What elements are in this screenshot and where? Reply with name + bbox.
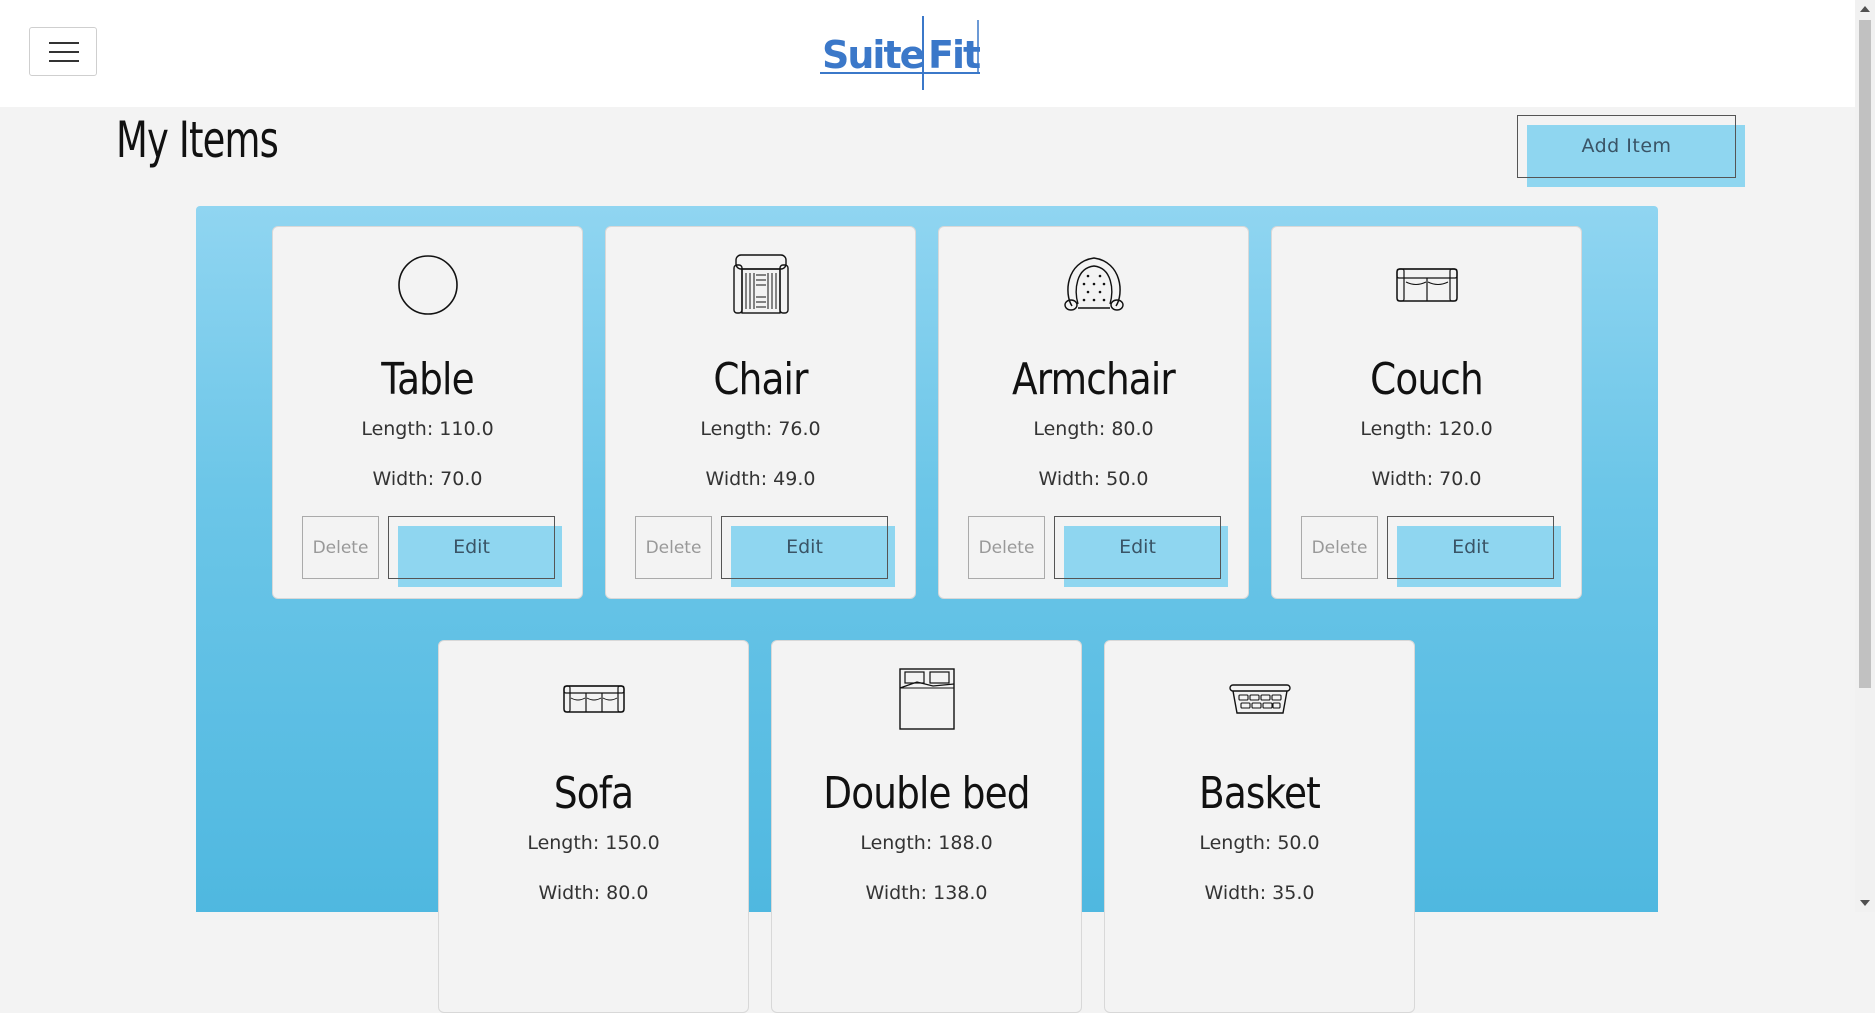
item-card-armchair: Armchair Length: 80.0 Width: 50.0 Delete…	[938, 226, 1249, 599]
edit-label: Edit	[786, 536, 823, 558]
item-width: Width: 80.0	[538, 882, 649, 904]
basket-icon	[1228, 684, 1291, 714]
round-table-icon	[397, 255, 458, 315]
svg-text:Fit: Fit	[928, 33, 980, 77]
item-card-couch: Couch Length: 120.0 Width: 70.0 Delete E…	[1271, 226, 1582, 599]
item-card-double-bed: Double bed Length: 188.0 Width: 138.0	[771, 640, 1082, 1013]
scrollbar-thumb[interactable]	[1859, 20, 1871, 688]
scroll-down-icon[interactable]	[1860, 900, 1870, 906]
item-name: Table	[381, 354, 474, 405]
edit-button[interactable]: Edit	[1387, 516, 1561, 587]
item-name: Armchair	[1012, 354, 1176, 405]
item-length: Length: 50.0	[1199, 832, 1320, 854]
item-width: Width: 50.0	[1038, 468, 1149, 490]
delete-button[interactable]: Delete	[302, 516, 379, 579]
edit-button[interactable]: Edit	[388, 516, 562, 587]
edit-button[interactable]: Edit	[1054, 516, 1228, 587]
menu-toggle-button[interactable]	[29, 27, 97, 76]
edit-button[interactable]: Edit	[721, 516, 895, 587]
item-card-chair: Chair Length: 76.0 Width: 49.0 Delete Ed…	[605, 226, 916, 599]
item-card-sofa: Sofa Length: 150.0 Width: 80.0	[438, 640, 749, 1013]
item-length: Length: 110.0	[361, 418, 494, 440]
item-width: Width: 70.0	[372, 468, 483, 490]
navbar: Suite Fit	[0, 0, 1855, 107]
item-name: Basket	[1199, 768, 1321, 819]
edit-label: Edit	[1119, 536, 1156, 558]
item-width: Width: 70.0	[1371, 468, 1482, 490]
item-length: Length: 120.0	[1360, 418, 1493, 440]
edit-label: Edit	[1452, 536, 1489, 558]
item-length: Length: 80.0	[1033, 418, 1154, 440]
sofa-icon	[562, 685, 625, 713]
couch-icon	[1395, 268, 1458, 302]
suitefit-logo[interactable]: Suite Fit	[820, 16, 980, 90]
page-scrollbar[interactable]	[1855, 0, 1875, 912]
item-width: Width: 35.0	[1204, 882, 1315, 904]
hamburger-menu-icon	[49, 42, 79, 44]
item-name: Double bed	[823, 768, 1030, 819]
item-name: Couch	[1370, 354, 1484, 405]
chair-icon	[732, 254, 789, 314]
delete-button[interactable]: Delete	[1301, 516, 1378, 579]
item-length: Length: 76.0	[700, 418, 821, 440]
item-card-table: Table Length: 110.0 Width: 70.0 Delete E…	[272, 226, 583, 599]
scroll-up-icon[interactable]	[1860, 6, 1870, 12]
item-name: Chair	[713, 354, 808, 405]
edit-label: Edit	[453, 536, 490, 558]
add-item-label: Add Item	[1581, 135, 1672, 157]
add-item-button[interactable]: Add Item	[1517, 115, 1745, 187]
item-length: Length: 150.0	[527, 832, 660, 854]
item-length: Length: 188.0	[860, 832, 993, 854]
item-name: Sofa	[553, 768, 634, 819]
item-width: Width: 49.0	[705, 468, 816, 490]
item-width: Width: 138.0	[865, 882, 988, 904]
delete-button[interactable]: Delete	[635, 516, 712, 579]
armchair-icon	[1063, 257, 1124, 311]
page-title: My Items	[116, 111, 279, 169]
delete-button[interactable]: Delete	[968, 516, 1045, 579]
svg-text:Suite: Suite	[822, 33, 924, 77]
item-card-basket: Basket Length: 50.0 Width: 35.0	[1104, 640, 1415, 1013]
items-panel: Table Length: 110.0 Width: 70.0 Delete E…	[196, 206, 1658, 1013]
double-bed-icon	[898, 668, 955, 730]
